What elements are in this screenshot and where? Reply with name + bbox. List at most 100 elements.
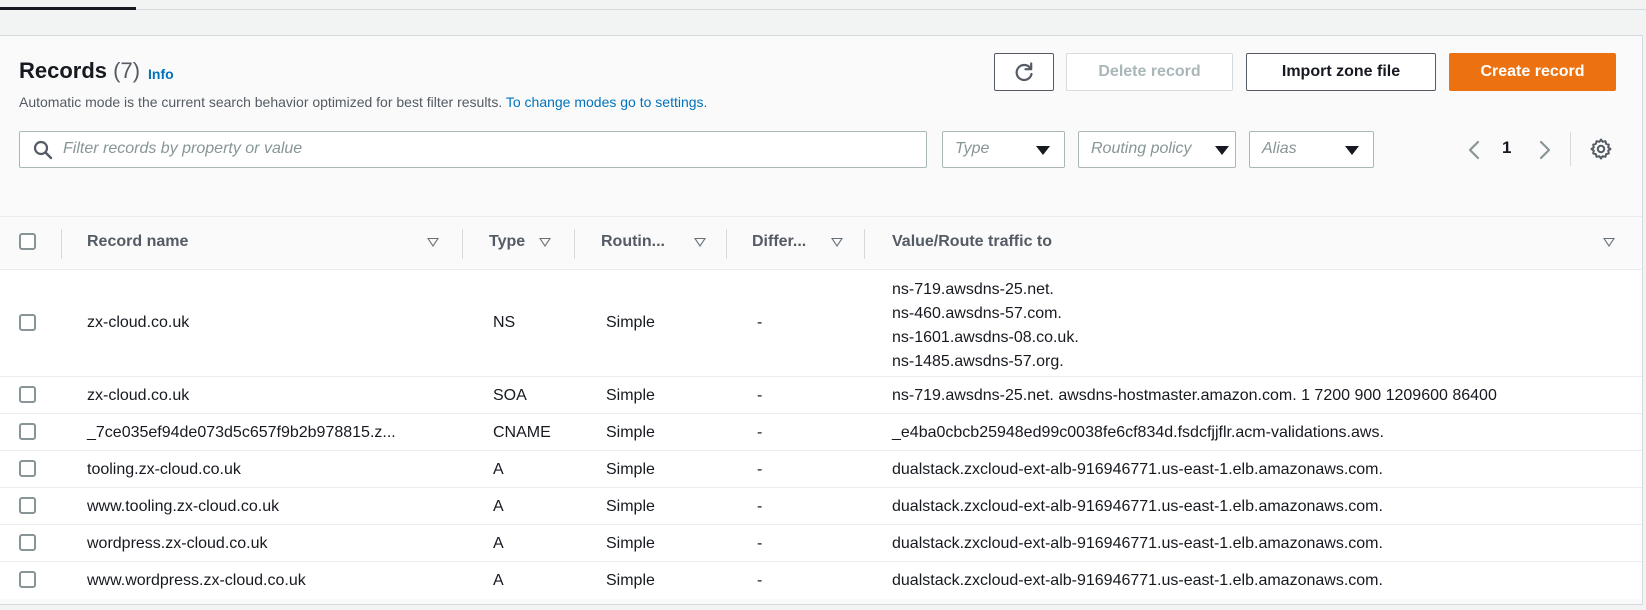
alias-filter-placeholder: Alias — [1262, 140, 1297, 157]
chevron-right-icon[interactable] — [1536, 139, 1554, 161]
record-name: zx-cloud.co.uk — [87, 314, 190, 331]
gear-icon[interactable] — [1589, 137, 1613, 161]
record-differentiator: - — [757, 387, 763, 404]
refresh-icon — [1015, 62, 1033, 82]
column-divider[interactable] — [864, 229, 865, 259]
type-filter-placeholder: Type — [955, 140, 990, 157]
search-mode-description: Automatic mode is the current search beh… — [19, 94, 707, 110]
table-row[interactable]: wordpress.zx-cloud.co.uk A Simple - dual… — [0, 525, 1642, 562]
record-count: (7) — [113, 58, 141, 83]
record-differentiator: - — [757, 498, 763, 515]
active-tab-indicator — [0, 7, 136, 10]
table-row[interactable]: _7ce035ef94de073d5c657f9b2b978815.z... C… — [0, 414, 1642, 451]
pager-divider — [1570, 132, 1571, 166]
record-name: tooling.zx-cloud.co.uk — [87, 461, 241, 478]
record-value: ns-719.awsdns-25.net. awsdns-hostmaster.… — [892, 387, 1497, 404]
row-checkbox[interactable] — [19, 314, 36, 331]
column-header-type[interactable]: Type — [489, 233, 525, 251]
table-row[interactable]: zx-cloud.co.uk NS Simple - ns-719.awsdns… — [0, 270, 1642, 377]
settings-link[interactable]: To change modes go to settings. — [506, 94, 708, 110]
record-routing: Simple — [606, 314, 655, 331]
search-placeholder: Filter records by property or value — [63, 140, 303, 157]
search-input[interactable]: Filter records by property or value — [19, 131, 927, 168]
title-text: Records — [19, 58, 108, 83]
caret-down-icon — [1036, 146, 1050, 155]
record-name: wordpress.zx-cloud.co.uk — [87, 535, 268, 552]
table-row[interactable]: www.wordpress.zx-cloud.co.uk A Simple - … — [0, 562, 1642, 599]
record-differentiator: - — [757, 424, 763, 441]
sort-icon[interactable] — [427, 238, 439, 247]
row-checkbox[interactable] — [19, 386, 36, 403]
record-routing: Simple — [606, 498, 655, 515]
record-value: ns-719.awsdns-25.net. — [892, 281, 1054, 298]
table-row[interactable]: tooling.zx-cloud.co.uk A Simple - dualst… — [0, 451, 1642, 488]
record-type: SOA — [493, 387, 527, 404]
record-value: ns-1485.awsdns-57.org. — [892, 353, 1064, 370]
record-differentiator: - — [757, 572, 763, 589]
row-checkbox[interactable] — [19, 534, 36, 551]
table-row[interactable]: zx-cloud.co.uk SOA Simple - ns-719.awsdn… — [0, 377, 1642, 414]
row-checkbox[interactable] — [19, 571, 36, 588]
column-divider[interactable] — [726, 229, 727, 259]
info-link[interactable]: Info — [148, 66, 174, 82]
record-type: A — [493, 535, 504, 552]
search-icon — [33, 140, 53, 160]
record-value: dualstack.zxcloud-ext-alb-916946771.us-e… — [892, 535, 1383, 552]
type-filter-select[interactable]: Type — [942, 131, 1065, 168]
row-checkbox[interactable] — [19, 497, 36, 514]
record-type: A — [493, 461, 504, 478]
table-row[interactable]: www.tooling.zx-cloud.co.uk A Simple - du… — [0, 488, 1642, 525]
description-text: Automatic mode is the current search beh… — [19, 94, 503, 110]
row-checkbox[interactable] — [19, 423, 36, 440]
table-header: Record name Type Routin... Differ... Val… — [0, 216, 1642, 270]
record-type: A — [493, 498, 504, 515]
routing-filter-placeholder: Routing policy — [1091, 140, 1192, 157]
record-value: dualstack.zxcloud-ext-alb-916946771.us-e… — [892, 498, 1383, 515]
tab-strip — [0, 0, 1646, 10]
sort-icon[interactable] — [831, 238, 843, 247]
record-routing: Simple — [606, 387, 655, 404]
import-zone-file-button[interactable]: Import zone file — [1246, 53, 1436, 91]
sort-icon[interactable] — [694, 238, 706, 247]
record-differentiator: - — [757, 461, 763, 478]
record-values: ns-719.awsdns-25.net. ns-460.awsdns-57.c… — [892, 278, 1079, 374]
record-routing: Simple — [606, 424, 655, 441]
chevron-left-icon[interactable] — [1465, 139, 1483, 161]
alias-filter-select[interactable]: Alias — [1249, 131, 1374, 168]
record-routing: Simple — [606, 461, 655, 478]
record-type: NS — [493, 314, 516, 331]
record-name: www.wordpress.zx-cloud.co.uk — [87, 572, 306, 589]
record-value: ns-1601.awsdns-08.co.uk. — [892, 329, 1079, 346]
refresh-button[interactable] — [994, 53, 1054, 91]
record-type: A — [493, 572, 504, 589]
record-value: dualstack.zxcloud-ext-alb-916946771.us-e… — [892, 572, 1383, 589]
record-value: dualstack.zxcloud-ext-alb-916946771.us-e… — [892, 461, 1383, 478]
column-divider[interactable] — [574, 229, 575, 259]
records-panel: Records (7) Info Automatic mode is the c… — [0, 35, 1643, 605]
caret-down-icon — [1345, 146, 1359, 155]
sort-icon[interactable] — [539, 238, 551, 247]
row-checkbox[interactable] — [19, 460, 36, 477]
current-page-number[interactable]: 1 — [1502, 138, 1511, 158]
caret-down-icon — [1215, 146, 1229, 155]
column-header-routing-policy[interactable]: Routin... — [601, 233, 665, 251]
column-header-value[interactable]: Value/Route traffic to — [892, 233, 1052, 251]
routing-policy-filter-select[interactable]: Routing policy — [1078, 131, 1236, 168]
record-routing: Simple — [606, 572, 655, 589]
record-name: _7ce035ef94de073d5c657f9b2b978815.z... — [87, 424, 396, 441]
record-differentiator: - — [757, 314, 763, 331]
column-header-differentiator[interactable]: Differ... — [752, 233, 806, 251]
select-all-checkbox[interactable] — [19, 233, 36, 250]
page-title: Records (7) — [19, 58, 140, 84]
column-header-record-name[interactable]: Record name — [87, 233, 188, 251]
record-type: CNAME — [493, 424, 551, 441]
record-name: zx-cloud.co.uk — [87, 387, 190, 404]
record-differentiator: - — [757, 535, 763, 552]
delete-record-button[interactable]: Delete record — [1066, 53, 1233, 91]
record-value: ns-460.awsdns-57.com. — [892, 305, 1062, 322]
sort-icon[interactable] — [1603, 238, 1615, 247]
record-routing: Simple — [606, 535, 655, 552]
create-record-button[interactable]: Create record — [1449, 53, 1616, 91]
records-header: Records (7) Info Automatic mode is the c… — [0, 36, 1642, 216]
column-divider[interactable] — [462, 229, 463, 259]
